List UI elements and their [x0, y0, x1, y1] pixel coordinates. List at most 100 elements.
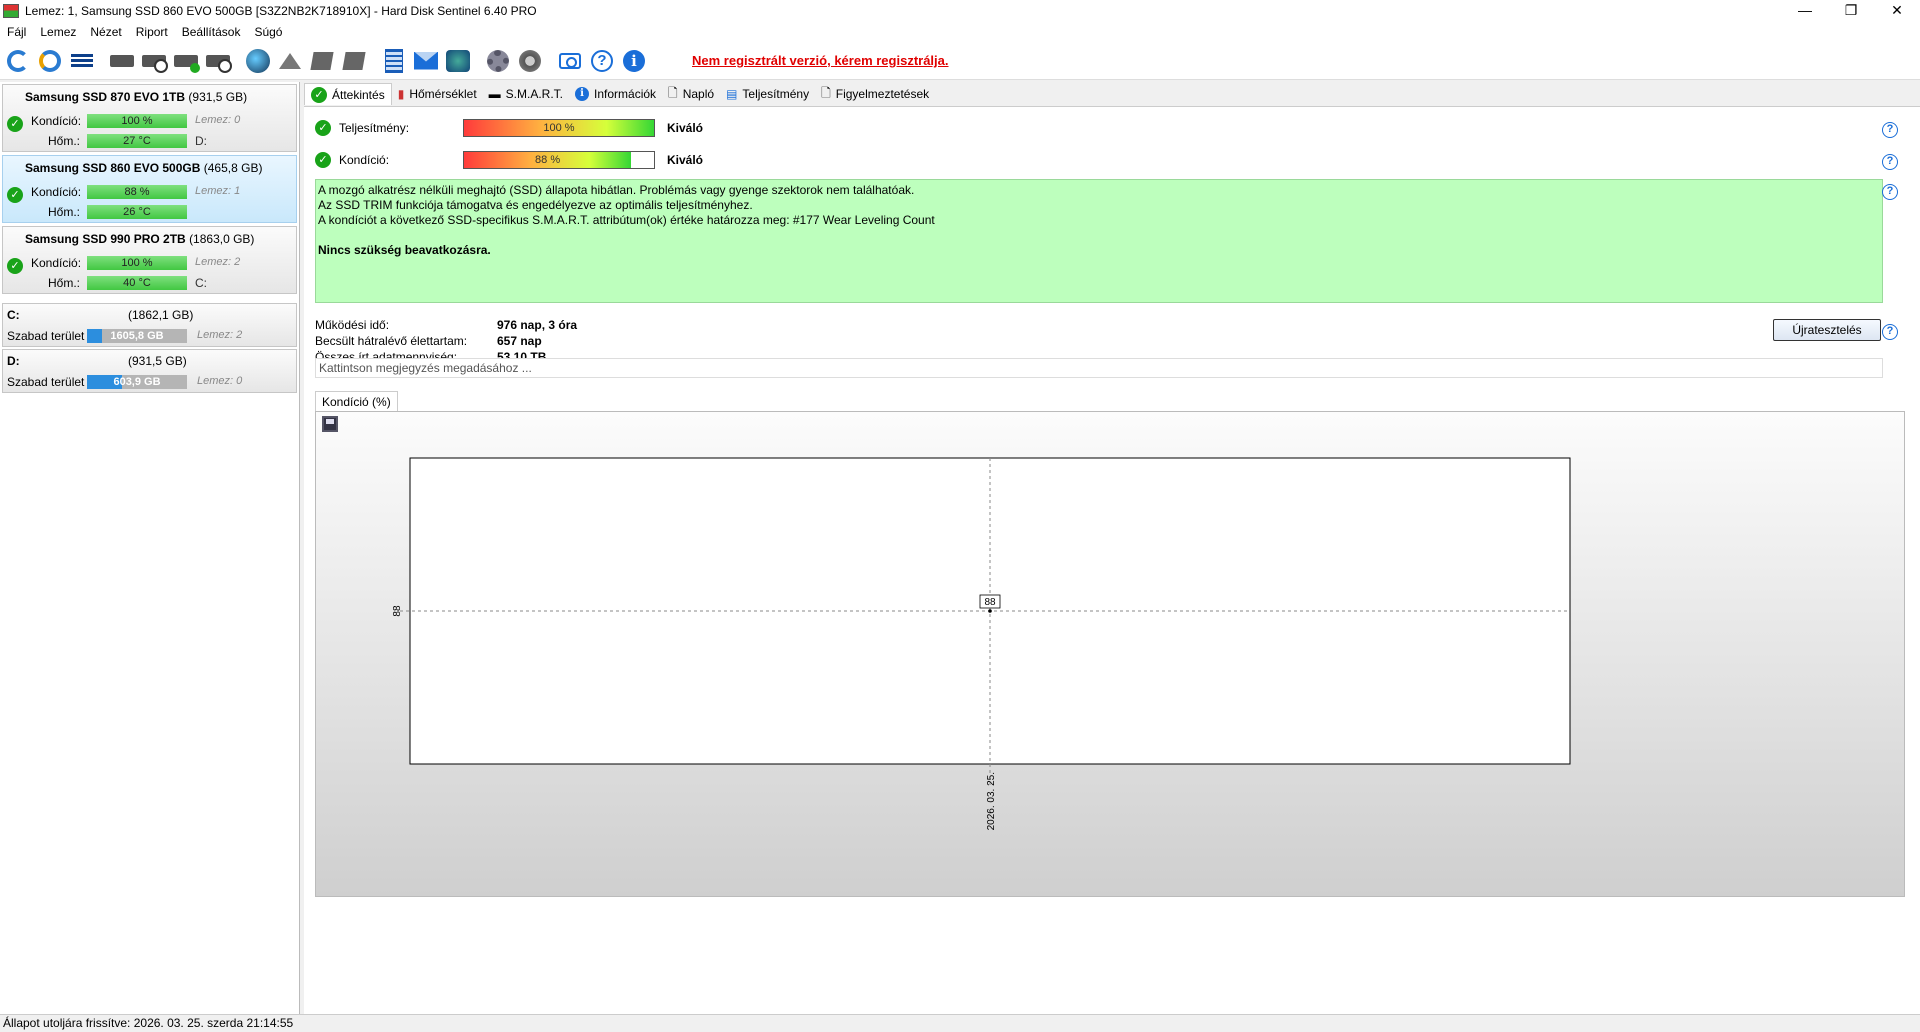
health-fill: 88 %	[464, 152, 632, 168]
drive-letter: D:	[195, 134, 207, 148]
temp-label: Hőm.:	[48, 134, 81, 148]
performance-fill: 100 %	[464, 120, 654, 136]
title-bar: Lemez: 1, Samsung SSD 860 EVO 500GB [S3Z…	[0, 0, 1920, 22]
help-icon[interactable]: ?	[588, 47, 616, 75]
tab-log[interactable]: 🗋 Napló	[662, 83, 720, 105]
health-label: Kondíció:	[31, 114, 82, 128]
unregistered-link[interactable]: Nem regisztrált verzió, kérem regisztrál…	[692, 53, 949, 68]
maximize-button[interactable]: ❐	[1828, 0, 1874, 22]
menu-file[interactable]: Fájl	[0, 25, 33, 39]
list-icon[interactable]	[68, 47, 96, 75]
thermometer-icon: ▮	[397, 87, 405, 101]
stat-row: Becsült hátralévő élettartam: 657 nap	[315, 334, 542, 348]
eject-icon[interactable]	[276, 47, 304, 75]
refresh-warning-icon[interactable]	[36, 47, 64, 75]
overview-content: ✓ Teljesítmény: 100 % Kiváló ? ✓ Kondíci…	[304, 106, 1920, 1014]
drive-search-icon[interactable]	[204, 47, 232, 75]
tab-overview[interactable]: ✓ Áttekintés	[304, 83, 392, 105]
refresh-icon[interactable]	[4, 47, 32, 75]
volume-name: D:	[7, 354, 20, 368]
volume-item-d[interactable]: D: (931,5 GB) Szabad terület 603,9 GB Le…	[2, 349, 297, 393]
drive-icon[interactable]	[108, 47, 136, 75]
ok-check-icon: ✓	[7, 115, 23, 132]
retest-help-icon[interactable]: ?	[1882, 322, 1898, 340]
volume-size: (1862,1 GB)	[128, 308, 194, 322]
tab-alerts[interactable]: 🗋 Figyelmeztetések	[815, 83, 935, 105]
description-line: A kondíciót a következő SSD-specifikus S…	[318, 213, 935, 227]
tab-temperature[interactable]: ▮ Hőmérséklet	[392, 83, 483, 105]
disk-item-2[interactable]: Samsung SSD 990 PRO 2TB (1863,0 GB) ✓ Ko…	[2, 226, 297, 294]
free-space-fill	[87, 329, 102, 343]
health-chart: 88 2026. 03. 25. 88	[392, 457, 1571, 830]
chart-area: 88 2026. 03. 25. 88	[315, 411, 1905, 897]
data-label: 88	[984, 597, 996, 608]
document-icon: 🗋	[668, 85, 678, 100]
performance-bar: 100 %	[463, 119, 655, 137]
tab-information[interactable]: i Információk	[569, 83, 662, 105]
check-icon: ✓	[311, 86, 327, 103]
drive-letter: C:	[195, 276, 207, 290]
drive-clock-icon[interactable]	[140, 47, 168, 75]
health-label: Kondíció:	[339, 153, 390, 167]
close-button[interactable]: ✕	[1874, 0, 1920, 22]
temp-bar: 40 °C	[87, 276, 187, 290]
volume-item-c[interactable]: C: (1862,1 GB) Szabad terület 1605,8 GB …	[2, 303, 297, 347]
print-icon[interactable]	[340, 47, 368, 75]
stat-row: Működési idő: 976 nap, 3 óra	[315, 318, 578, 332]
status-description: A mozgó alkatrész nélküli meghajtó (SSD)…	[315, 179, 1883, 303]
free-space-label: Szabad terület	[7, 375, 85, 389]
chart-tab-health[interactable]: Kondíció (%)	[315, 391, 398, 411]
globe-drive-icon[interactable]	[244, 47, 272, 75]
drive-check-icon[interactable]	[172, 47, 200, 75]
app-icon	[3, 4, 19, 18]
health-help-icon[interactable]: ?	[1882, 152, 1898, 170]
minimize-button[interactable]: —	[1782, 0, 1828, 22]
window-controls: — ❐ ✕	[1782, 0, 1920, 22]
retest-button[interactable]: Újratesztelés	[1773, 319, 1881, 341]
toolbar: ? i Nem regisztrált verzió, kérem regisz…	[0, 42, 1920, 80]
menu-view[interactable]: Nézet	[83, 25, 128, 39]
health-bar: 100 %	[87, 114, 187, 128]
free-space-bar: 603,9 GB	[87, 375, 187, 389]
disk-index: Lemez: 2	[195, 256, 241, 268]
performance-row: ✓ Teljesítmény: 100 % Kiváló	[315, 118, 703, 138]
health-bar: 88 %	[87, 185, 187, 199]
menu-help[interactable]: Súgó	[247, 25, 289, 39]
tab-performance[interactable]: ▤ Teljesítmény	[720, 83, 815, 105]
disk-name: Samsung SSD 860 EVO 500GB (465,8 GB)	[25, 161, 263, 175]
health-rating: Kiváló	[667, 153, 704, 167]
report-icon[interactable]	[380, 47, 408, 75]
info-icon[interactable]: i	[620, 47, 648, 75]
ok-check-icon: ✓	[7, 186, 23, 203]
window-title: Lemez: 1, Samsung SSD 860 EVO 500GB [S3Z…	[25, 4, 537, 18]
performance-help-icon[interactable]: ?	[1882, 120, 1898, 138]
camera-icon[interactable]	[556, 47, 584, 75]
main-panel: ✓ Áttekintés ▮ Hőmérséklet ▬ S.M.A.R.T. i In…	[304, 80, 1920, 1014]
free-space-bar: 1605,8 GB	[87, 329, 187, 343]
health-bar: 100 %	[87, 256, 187, 270]
sound-icon[interactable]	[516, 47, 544, 75]
menu-disk[interactable]: Lemez	[33, 25, 83, 39]
gear-icon[interactable]	[484, 47, 512, 75]
temp-bar: 26 °C	[87, 205, 187, 219]
health-label: Kondíció:	[31, 256, 82, 270]
volume-size: (931,5 GB)	[128, 354, 187, 368]
disk-item-1[interactable]: Samsung SSD 860 EVO 500GB (465,8 GB) ✓ K…	[2, 155, 297, 223]
chart-icon: ▤	[726, 87, 738, 101]
note-field[interactable]: Kattintson megjegyzés megadásához ...	[315, 358, 1883, 378]
free-space-label: Szabad terület	[7, 329, 85, 343]
health-bar: 88 %	[463, 151, 655, 169]
mail-icon[interactable]	[412, 47, 440, 75]
y-tick-label: 88	[392, 605, 403, 617]
disk-index: Lemez: 1	[195, 185, 241, 197]
menu-report[interactable]: Riport	[129, 25, 175, 39]
description-line: Az SSD TRIM funkciója támogatva és enged…	[318, 198, 753, 212]
description-help-icon[interactable]: ?	[1882, 182, 1898, 200]
disk-item-0[interactable]: Samsung SSD 870 EVO 1TB (931,5 GB) ✓ Kon…	[2, 84, 297, 152]
tab-smart[interactable]: ▬ S.M.A.R.T.	[483, 83, 569, 105]
menu-settings[interactable]: Beállítások	[175, 25, 248, 39]
temp-bar: 27 °C	[87, 134, 187, 148]
data-point	[988, 609, 992, 613]
network-icon[interactable]	[444, 47, 472, 75]
box-icon[interactable]	[308, 47, 336, 75]
